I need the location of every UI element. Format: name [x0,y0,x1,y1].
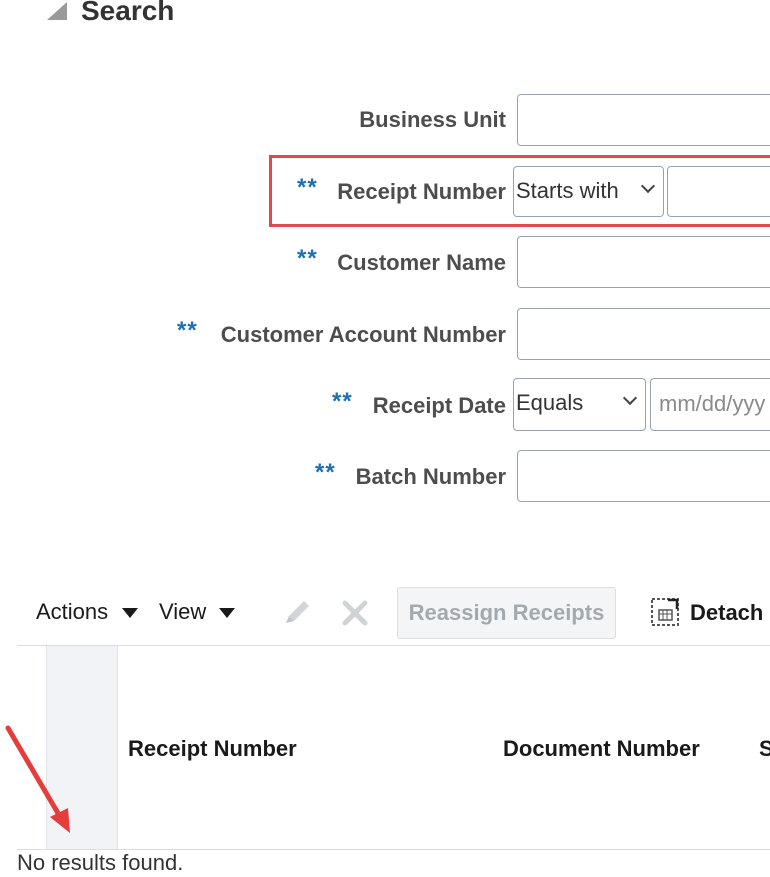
no-results-message: No results found. [17,850,184,875]
column-header-receipt-number[interactable]: Receipt Number [128,736,297,762]
customer-name-label: Customer Name [337,250,506,275]
receipt-date-label: Receipt Date [372,393,506,418]
required-marker: ** [332,388,353,415]
column-header-truncated[interactable]: S [759,736,770,762]
receipt-number-label: Receipt Number [337,179,506,204]
actions-menu[interactable]: Actions [36,599,108,625]
receipt-number-operator-select[interactable]: Starts with [513,166,664,217]
required-marker: ** [297,174,318,201]
business-unit-label: Business Unit [359,107,506,132]
annotation-arrow-icon [5,725,70,833]
receipt-date-operator-value: Equals [516,390,584,415]
customer-account-number-input[interactable] [517,308,770,360]
batch-number-input[interactable] [517,450,770,502]
detach-icon[interactable] [650,597,680,627]
view-dropdown-icon[interactable] [219,608,235,618]
business-unit-input[interactable] [517,94,770,146]
reassign-receipts-button[interactable]: Reassign Receipts [397,587,616,639]
chevron-down-icon [640,178,656,194]
chevron-down-icon [622,390,638,406]
collapse-triangle-icon[interactable] [47,2,67,20]
customer-name-input[interactable] [517,236,770,288]
table-top-border [17,645,770,646]
required-marker: ** [177,317,198,344]
actions-dropdown-icon[interactable] [122,608,138,618]
receipt-date-placeholder: mm/dd/yyy [659,391,766,416]
detach-button[interactable]: Detach [690,600,763,626]
column-header-document-number[interactable]: Document Number [503,736,700,762]
receipt-date-operator-select[interactable]: Equals [513,378,646,431]
receipt-number-input[interactable] [667,166,770,217]
delete-x-icon [342,600,368,626]
required-marker: ** [297,245,318,272]
customer-account-number-label: Customer Account Number [220,322,506,347]
required-marker: ** [315,459,336,486]
receipt-number-operator-value: Starts with [516,178,619,203]
edit-pencil-icon [286,601,309,623]
section-title: Search [81,0,175,26]
view-menu[interactable]: View [159,599,206,625]
receipt-date-input[interactable]: mm/dd/yyy [650,378,770,431]
batch-number-label: Batch Number [355,464,506,489]
